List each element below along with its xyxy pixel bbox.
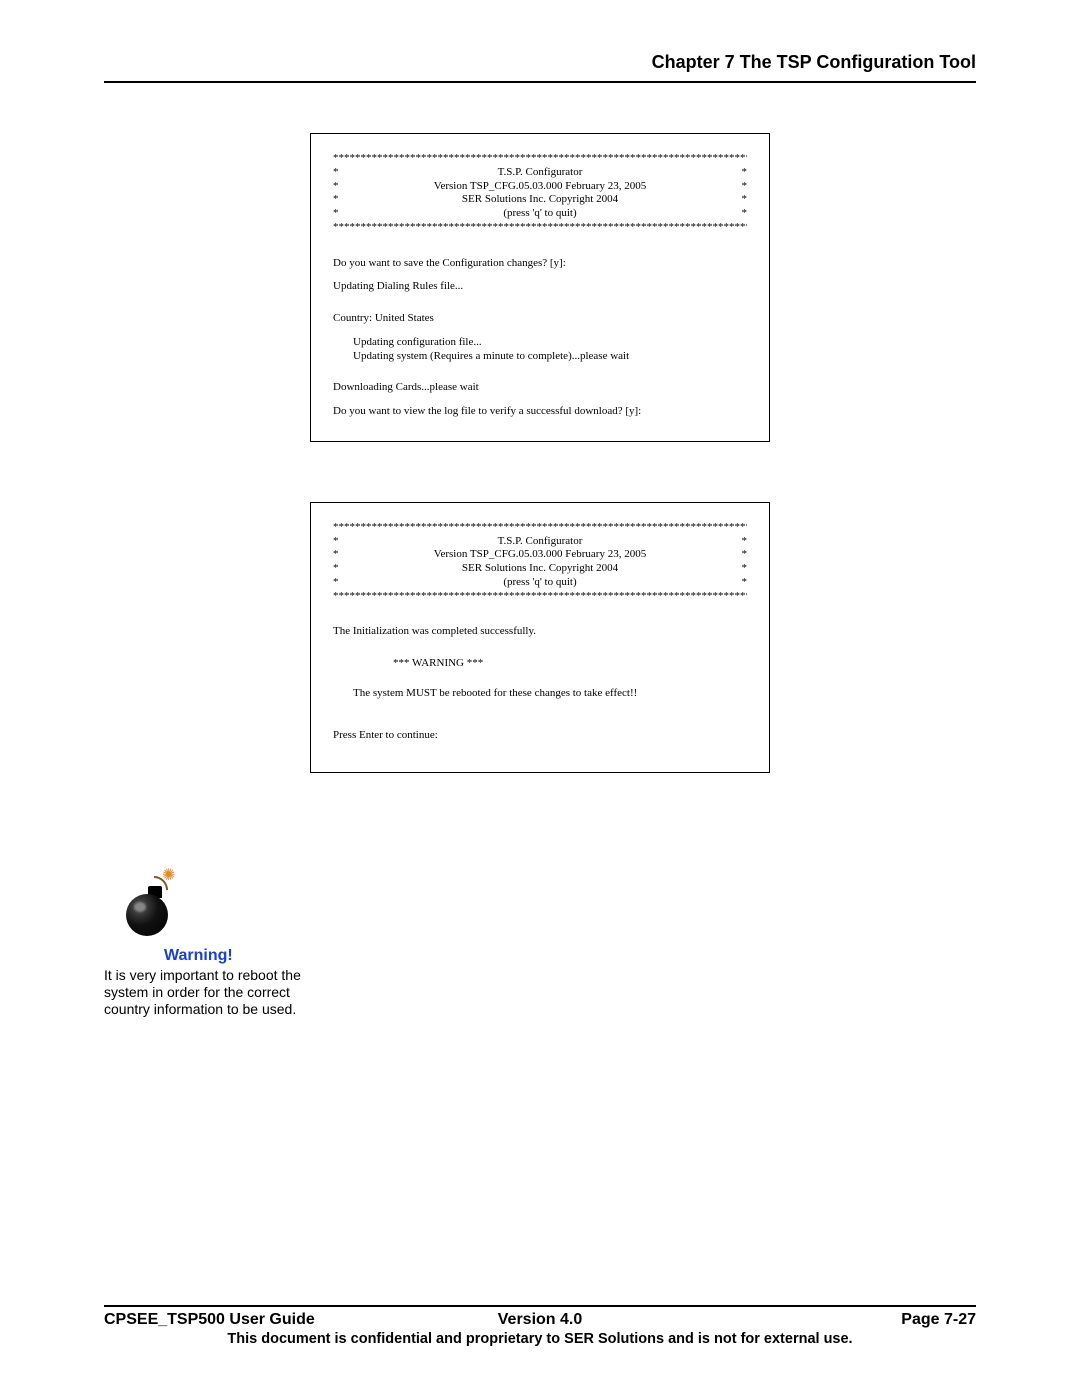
star-right: * xyxy=(742,207,748,221)
warning-text: It is very important to reboot the syste… xyxy=(104,967,314,1017)
banner-line: * SER Solutions Inc. Copyright 2004 * xyxy=(333,562,747,576)
footer-confidential-note: This document is confidential and propri… xyxy=(104,1331,976,1347)
msg-updating-system: Updating system (Requires a minute to co… xyxy=(333,350,747,364)
terminal-box-2: ****************************************… xyxy=(310,502,770,774)
footer-version: Version 4.0 xyxy=(395,1311,686,1329)
msg-updating-config: Updating configuration file... xyxy=(333,336,747,350)
page-footer: CPSEE_TSP500 User Guide Version 4.0 Page… xyxy=(104,1305,976,1347)
banner-line: * Version TSP_CFG.05.03.000 February 23,… xyxy=(333,180,747,194)
banner-version: Version TSP_CFG.05.03.000 February 23, 2… xyxy=(339,180,742,194)
banner-border-bottom: ****************************************… xyxy=(333,590,747,604)
banner-border-bottom: ****************************************… xyxy=(333,221,747,235)
star-right: * xyxy=(742,548,748,562)
banner-quit-hint: (press 'q' to quit) xyxy=(339,576,742,590)
banner-copyright: SER Solutions Inc. Copyright 2004 xyxy=(339,562,742,576)
banner-line: * (press 'q' to quit) * xyxy=(333,576,747,590)
bomb-highlight-icon xyxy=(134,902,146,912)
msg-warning-heading: *** WARNING *** xyxy=(333,657,747,671)
footer-page-number: Page 7-27 xyxy=(685,1311,976,1329)
chapter-header: Chapter 7 The TSP Configuration Tool xyxy=(104,52,976,83)
page: Chapter 7 The TSP Configuration Tool ***… xyxy=(0,0,1080,1397)
banner-copyright: SER Solutions Inc. Copyright 2004 xyxy=(339,193,742,207)
banner-version: Version TSP_CFG.05.03.000 February 23, 2… xyxy=(339,548,742,562)
star-right: * xyxy=(742,535,748,549)
banner-title: T.S.P. Configurator xyxy=(339,535,742,549)
warning-label: Warning! xyxy=(164,946,314,965)
prompt-save-config: Do you want to save the Configuration ch… xyxy=(333,257,747,271)
banner-title: T.S.P. Configurator xyxy=(339,166,742,180)
prompt-press-enter: Press Enter to continue: xyxy=(333,729,747,743)
terminal-box-1: ****************************************… xyxy=(310,133,770,442)
star-right: * xyxy=(742,166,748,180)
banner-line: * Version TSP_CFG.05.03.000 February 23,… xyxy=(333,548,747,562)
banner-line: * T.S.P. Configurator * xyxy=(333,535,747,549)
msg-downloading-cards: Downloading Cards...please wait xyxy=(333,381,747,395)
star-right: * xyxy=(742,180,748,194)
banner-line: * SER Solutions Inc. Copyright 2004 * xyxy=(333,193,747,207)
banner-line: * (press 'q' to quit) * xyxy=(333,207,747,221)
msg-init-success: The Initialization was completed success… xyxy=(333,625,747,639)
banner-border-top: ****************************************… xyxy=(333,152,747,166)
msg-reboot-required: The system MUST be rebooted for these ch… xyxy=(333,687,747,701)
banner-line: * T.S.P. Configurator * xyxy=(333,166,747,180)
star-right: * xyxy=(742,576,748,590)
star-right: * xyxy=(742,562,748,576)
warning-callout: ✺ Warning! It is very important to reboo… xyxy=(104,872,314,1018)
bomb-body-icon xyxy=(126,894,168,936)
footer-doc-title: CPSEE_TSP500 User Guide xyxy=(104,1311,395,1329)
bomb-icon: ✺ xyxy=(118,872,188,942)
msg-country: Country: United States xyxy=(333,312,747,326)
star-right: * xyxy=(742,193,748,207)
prompt-view-log: Do you want to view the log file to veri… xyxy=(333,405,747,419)
footer-row: CPSEE_TSP500 User Guide Version 4.0 Page… xyxy=(104,1311,976,1329)
banner-quit-hint: (press 'q' to quit) xyxy=(339,207,742,221)
footer-rule xyxy=(104,1305,976,1307)
banner-border-top: ****************************************… xyxy=(333,521,747,535)
msg-updating-rules: Updating Dialing Rules file... xyxy=(333,280,747,294)
